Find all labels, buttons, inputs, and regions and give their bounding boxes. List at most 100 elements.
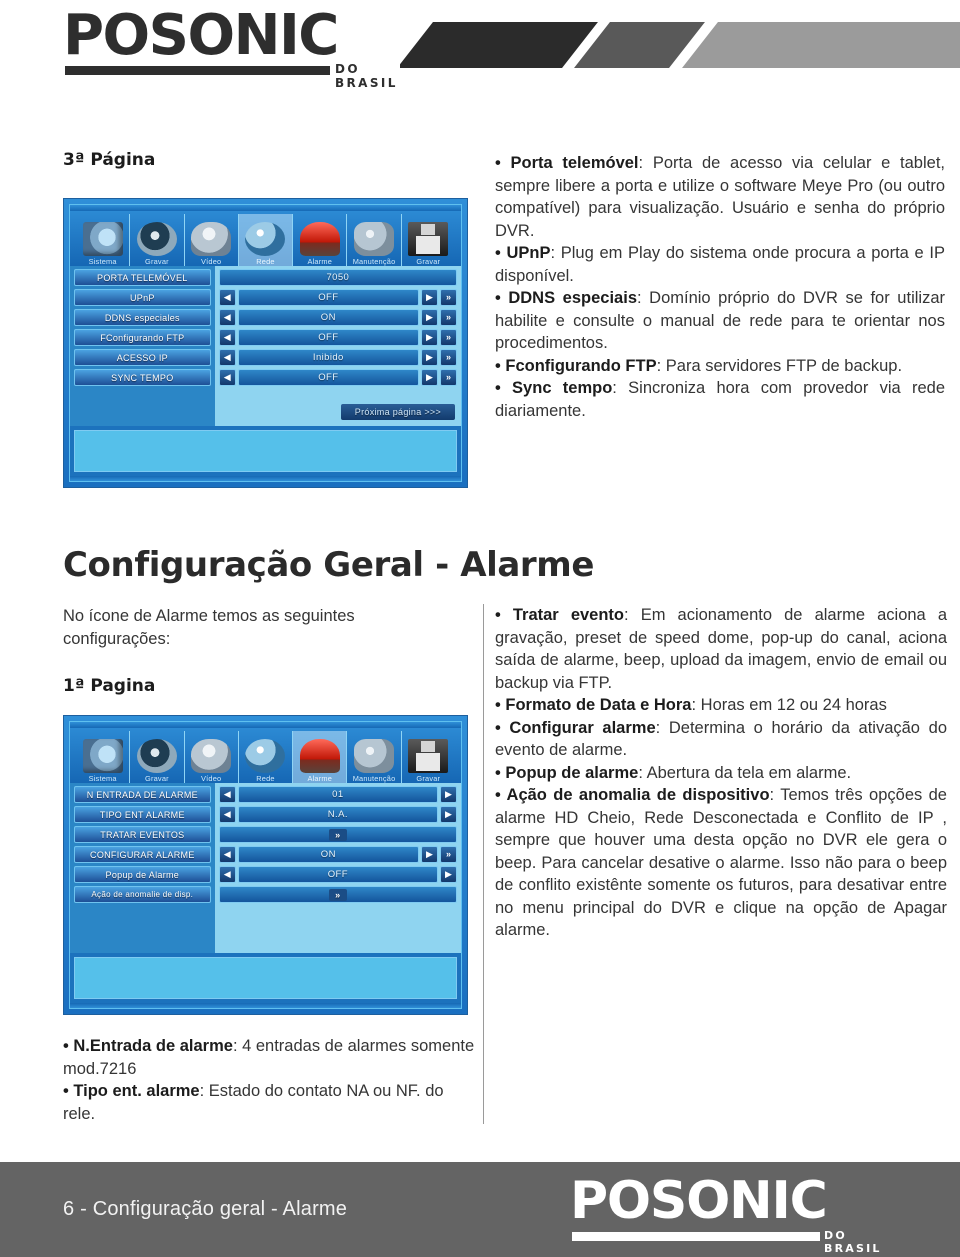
dvr-value-field[interactable]: Inibido <box>237 349 419 366</box>
dvr-row-value: ◀ OFF ▶» <box>218 369 457 386</box>
dvr-tab-vdeo[interactable]: Vídeo <box>183 731 238 783</box>
dvr-tab-rede[interactable]: Rede <box>237 214 293 266</box>
more-options-icon[interactable]: » <box>440 369 457 386</box>
dvr-row-label[interactable]: N ENTRADA DE ALARME <box>74 786 211 803</box>
dvr-value-field[interactable]: » <box>218 826 457 843</box>
dvr-tab-label: Gravar <box>145 257 169 266</box>
dvr-value-field[interactable]: 7050 <box>218 269 457 286</box>
alarm-intro-text: No ícone de Alarme temos as seguintes co… <box>63 607 355 648</box>
dvr-value-field[interactable]: OFF <box>237 369 419 386</box>
prev-arrow-icon[interactable]: ◀ <box>218 329 236 346</box>
dvr-tab-sistema[interactable]: Sistema <box>76 731 129 783</box>
dvr-tab-label: Gravar <box>145 774 169 783</box>
dvr-value-field[interactable]: OFF <box>237 289 419 306</box>
prev-arrow-icon[interactable]: ◀ <box>218 289 236 306</box>
footer-brand-underline <box>572 1232 820 1241</box>
dvr-network-panel: Sistema Gravar Vídeo Rede Alarme Manutenção Gr… <box>63 198 468 488</box>
brand-tagline: DO BRASIL <box>335 62 398 90</box>
dvr-row-label[interactable]: UPnP <box>74 289 211 306</box>
bullet-term: • Popup de alarme <box>495 763 639 782</box>
dvr-row-label[interactable]: ACESSO IP <box>74 349 211 366</box>
dvr-value-field[interactable]: OFF <box>237 329 419 346</box>
dvr-tab-label: Sistema <box>88 774 117 783</box>
bullet-item: • Popup de alarme: Abertura da tela em a… <box>495 762 947 785</box>
expand-icon[interactable]: » <box>329 888 347 901</box>
dvr-value-field[interactable]: ON <box>237 309 419 326</box>
dvr-row-value: » <box>218 886 457 903</box>
stripe-dark <box>400 22 598 68</box>
globe-icon <box>245 739 286 773</box>
more-options-icon[interactable]: » <box>440 846 457 863</box>
prev-arrow-icon[interactable]: ◀ <box>218 309 236 326</box>
dvr-row-label[interactable]: SYNC TEMPO <box>74 369 211 386</box>
dvr-tab-gravar[interactable]: Gravar <box>400 731 455 783</box>
dvr-tab-rede[interactable]: Rede <box>237 731 292 783</box>
dvr-tab-gravar[interactable]: Gravar <box>129 214 183 266</box>
bullet-term: • Configurar alarme <box>495 718 656 737</box>
page-title: Configuração Geral - Alarme <box>63 545 594 585</box>
floppy-disk-icon <box>408 222 449 256</box>
bullet-item: • Configurar alarme: Determina o horário… <box>495 717 947 762</box>
dvr-value-field[interactable]: N.A. <box>237 806 438 823</box>
dvr-tab-manuteno[interactable]: Manutenção <box>346 731 400 783</box>
prev-arrow-icon[interactable]: ◀ <box>218 806 236 823</box>
prev-arrow-icon[interactable]: ◀ <box>218 786 236 803</box>
dvr-value-field[interactable]: ON <box>237 846 419 863</box>
dvr-value-field[interactable]: OFF <box>237 866 438 883</box>
next-arrow-icon[interactable]: ▶ <box>421 369 438 386</box>
dvr-tab-alarme[interactable]: Alarme <box>292 214 346 266</box>
prev-arrow-icon[interactable]: ◀ <box>218 866 236 883</box>
brand-underline <box>65 66 330 75</box>
next-arrow-icon[interactable]: ▶ <box>440 786 457 803</box>
dvr-row-value: » <box>218 826 457 843</box>
dvr-row-label[interactable]: TIPO ENT ALARME <box>74 806 211 823</box>
dvr-value-field[interactable]: 01 <box>237 786 438 803</box>
dvr-row-label[interactable]: TRATAR EVENTOS <box>74 826 211 843</box>
next-arrow-icon[interactable]: ▶ <box>421 329 438 346</box>
more-options-icon[interactable]: » <box>440 329 457 346</box>
network-bullets: • Porta telemóvel: Porta de acesso via c… <box>495 152 945 422</box>
next-arrow-icon[interactable]: ▶ <box>421 289 438 306</box>
prev-arrow-icon[interactable]: ◀ <box>218 846 236 863</box>
prev-arrow-icon[interactable]: ◀ <box>218 349 236 366</box>
more-options-icon[interactable]: » <box>440 289 457 306</box>
dvr-tab-label: Manutenção <box>352 257 396 266</box>
bullet-term: • Porta telemóvel <box>495 154 639 172</box>
dvr-row-label[interactable]: Ação de anomalie de disp. <box>74 886 211 903</box>
dvr-tab-bar: Sistema Gravar Vídeo Rede Alarme Manutenção Gr… <box>70 728 461 783</box>
prev-arrow-icon[interactable]: ◀ <box>218 369 236 386</box>
expand-icon[interactable]: » <box>329 828 347 841</box>
dvr-tab-gravar[interactable]: Gravar <box>129 731 183 783</box>
next-arrow-icon[interactable]: ▶ <box>440 806 457 823</box>
dvr-row-label[interactable]: CONFIGURAR ALARME <box>74 846 211 863</box>
globe-icon <box>245 222 286 256</box>
next-arrow-icon[interactable]: ▶ <box>421 349 438 366</box>
more-options-icon[interactable]: » <box>440 349 457 366</box>
dvr-row-label[interactable]: Popup de Alarme <box>74 866 211 883</box>
dvr-tab-label: Alarme <box>307 774 333 783</box>
next-arrow-icon[interactable]: ▶ <box>421 846 438 863</box>
dvr-tab-label: Rede <box>256 257 275 266</box>
dvr-tab-label: Sistema <box>88 257 117 266</box>
dvr-tab-gravar[interactable]: Gravar <box>400 214 455 266</box>
bullet-term: • Tipo ent. alarme <box>63 1082 200 1100</box>
dvr-tab-label: Vídeo <box>201 774 222 783</box>
dvr-value-field[interactable]: » <box>218 886 457 903</box>
next-arrow-icon[interactable]: ▶ <box>440 866 457 883</box>
next-arrow-icon[interactable]: ▶ <box>421 309 438 326</box>
dvr-tab-alarme[interactable]: Alarme <box>292 731 347 783</box>
brand-logo: POSONIC DO BRASIL <box>63 8 395 91</box>
dvr-row-label[interactable]: FConfigurando FTP <box>74 329 211 346</box>
header-stripes <box>400 22 960 68</box>
bullet-item: • Tipo ent. alarme: Estado do contato NA… <box>63 1080 475 1125</box>
dvr-tab-manuteno[interactable]: Manutenção <box>346 214 400 266</box>
dvr-row-label[interactable]: PORTA TELEMÓVEL <box>74 269 211 286</box>
more-options-icon[interactable]: » <box>440 309 457 326</box>
next-page-button[interactable]: Próxima página >>> <box>340 404 455 420</box>
bullet-term: • N.Entrada de alarme <box>63 1037 233 1055</box>
dvr-tab-vdeo[interactable]: Vídeo <box>183 214 238 266</box>
dvr-row-label[interactable]: DDNS especiales <box>74 309 211 326</box>
dvr-row-value: ◀ OFF ▶ <box>218 866 457 883</box>
dvr-tab-sistema[interactable]: Sistema <box>76 214 129 266</box>
dvr-label-column: PORTA TELEMÓVEL UPnP DDNS especiales FConfi… <box>70 266 215 426</box>
